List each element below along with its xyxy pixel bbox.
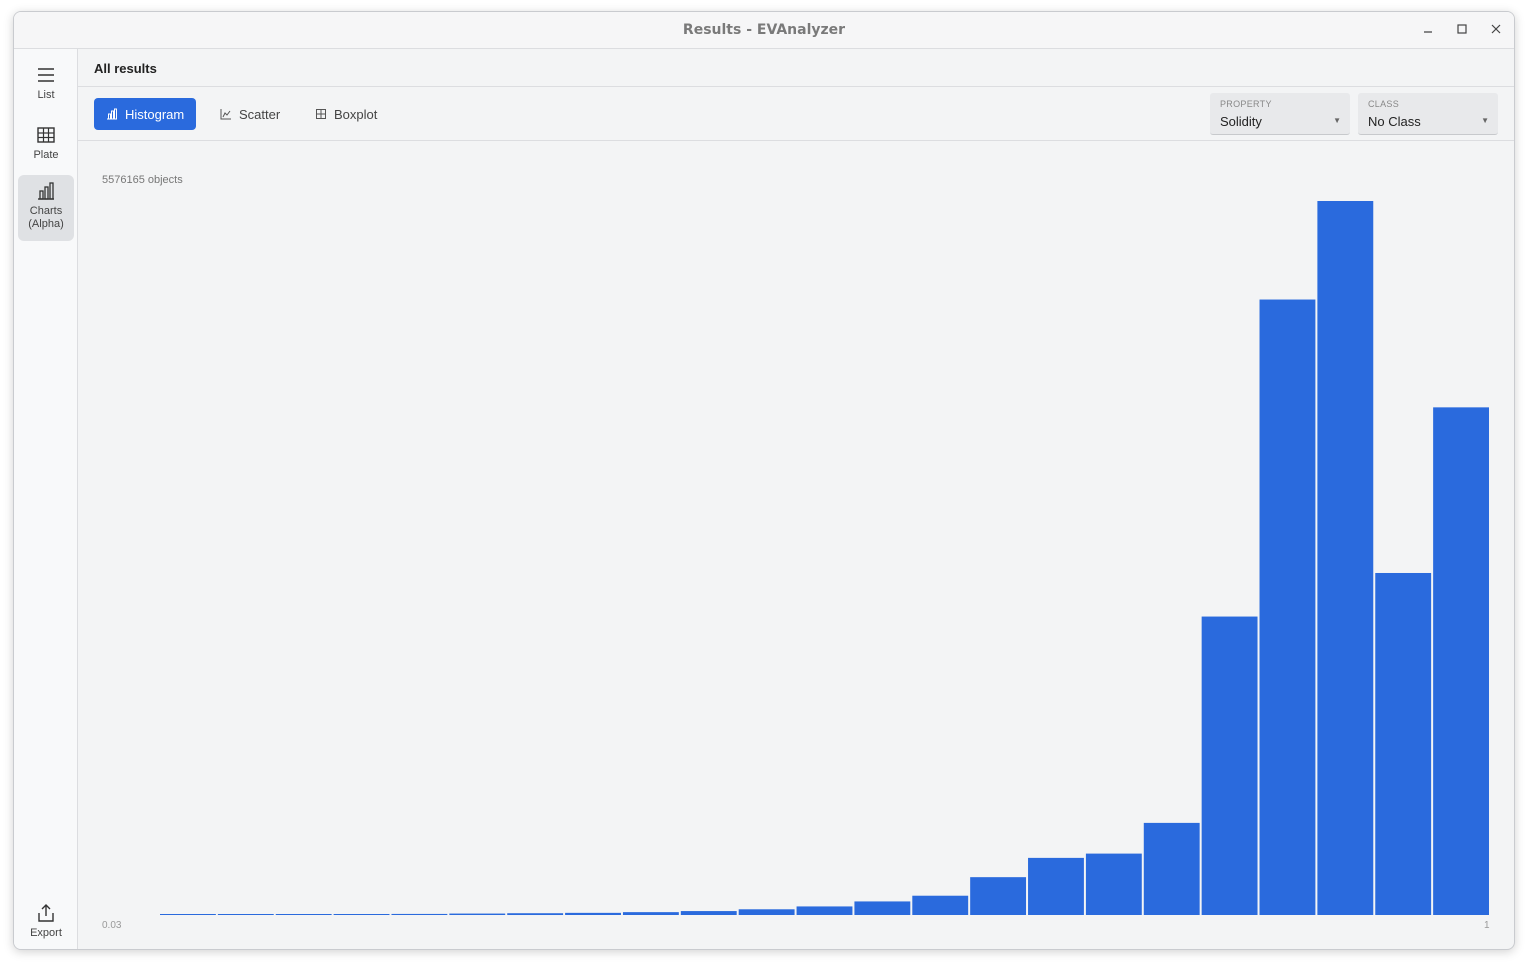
histogram-icon [107, 108, 117, 120]
histogram-bar[interactable] [854, 901, 911, 915]
tab-histogram[interactable]: Histogram [94, 98, 197, 130]
tab-scatter[interactable]: Scatter [208, 98, 292, 130]
histogram-bar[interactable] [622, 912, 679, 915]
menu-icon [38, 68, 54, 82]
histogram-bar[interactable] [1028, 857, 1084, 915]
bar-chart-icon [38, 182, 54, 200]
navigation-rail: List Plate Charts (Alpha) Export [14, 49, 78, 949]
close-button[interactable] [1486, 20, 1506, 40]
histogram-bar[interactable] [217, 914, 274, 915]
boxplot-icon [316, 109, 326, 119]
property-select[interactable]: PROPERTY Solidity ▼ [1210, 93, 1350, 135]
rail-item-plate[interactable]: Plate [18, 119, 74, 175]
chart-toolbar: Histogram Scatter Boxplot PROPERTY Solid… [78, 87, 1514, 141]
maximize-icon [1457, 24, 1467, 34]
histogram-bar[interactable] [680, 911, 737, 915]
export-icon [38, 904, 54, 922]
export-label: Export [30, 927, 62, 939]
close-icon [1491, 24, 1501, 34]
histogram-bar[interactable] [970, 877, 1027, 915]
histogram-bar[interactable] [333, 914, 390, 915]
grid-icon [37, 127, 55, 143]
main-panel: All results Histogram Scatter Boxplot PR… [78, 49, 1514, 949]
window-title: Results - EVAnalyzer [682, 22, 846, 38]
rail-item-list[interactable]: List [18, 59, 74, 115]
class-caption: CLASS [1368, 99, 1400, 109]
histogram-bar[interactable] [160, 914, 216, 915]
histogram-chart: 5576165 objects 0.03 1 [78, 141, 1514, 949]
histogram-svg [160, 201, 1489, 916]
rail-item-label: Charts (Alpha) [28, 205, 64, 230]
maximize-button[interactable] [1452, 20, 1472, 40]
histogram-bar[interactable] [1201, 616, 1258, 915]
export-button[interactable]: Export [18, 897, 74, 949]
minimize-icon [1424, 31, 1432, 33]
x-axis-min-label: 0.03 [102, 920, 122, 931]
minimize-button[interactable] [1418, 20, 1438, 40]
property-value: Solidity [1220, 114, 1262, 129]
histogram-bar[interactable] [565, 912, 621, 915]
histogram-bar[interactable] [1085, 853, 1142, 915]
histogram-bar[interactable] [449, 913, 506, 915]
title-bar: Results - EVAnalyzer [14, 12, 1514, 49]
chevron-down-icon: ▼ [1481, 116, 1489, 125]
histogram-bar[interactable] [1317, 201, 1374, 915]
results-header: All results [78, 49, 1514, 87]
rail-item-label: List [37, 89, 55, 101]
rail-item-charts[interactable]: Charts (Alpha) [18, 175, 74, 241]
histogram-bar[interactable] [391, 913, 448, 915]
histogram-bar[interactable] [738, 909, 795, 915]
histogram-bar[interactable] [1433, 407, 1489, 915]
tab-boxplot[interactable]: Boxplot [303, 98, 389, 130]
page-title: All results [94, 61, 157, 76]
rail-item-label: Plate [33, 149, 59, 161]
app-window: Results - EVAnalyzer List Plate Charts (… [13, 11, 1515, 950]
class-select[interactable]: CLASS No Class ▼ [1358, 93, 1498, 135]
histogram-bar[interactable] [912, 895, 969, 915]
tab-label: Scatter [239, 106, 281, 122]
x-axis-max-label: 1 [1484, 920, 1490, 931]
property-caption: PROPERTY [1220, 99, 1272, 109]
histogram-bar[interactable] [1259, 299, 1316, 915]
histogram-bar[interactable] [507, 913, 564, 916]
histogram-bar[interactable] [796, 906, 853, 915]
histogram-bar[interactable] [1143, 822, 1200, 915]
scatter-icon [220, 109, 231, 120]
histogram-bar[interactable] [275, 914, 332, 915]
chevron-down-icon: ▼ [1333, 116, 1341, 125]
tab-label: Boxplot [334, 106, 378, 122]
tab-label: Histogram [125, 106, 185, 122]
histogram-bar[interactable] [1375, 572, 1432, 915]
class-value: No Class [1368, 114, 1421, 129]
